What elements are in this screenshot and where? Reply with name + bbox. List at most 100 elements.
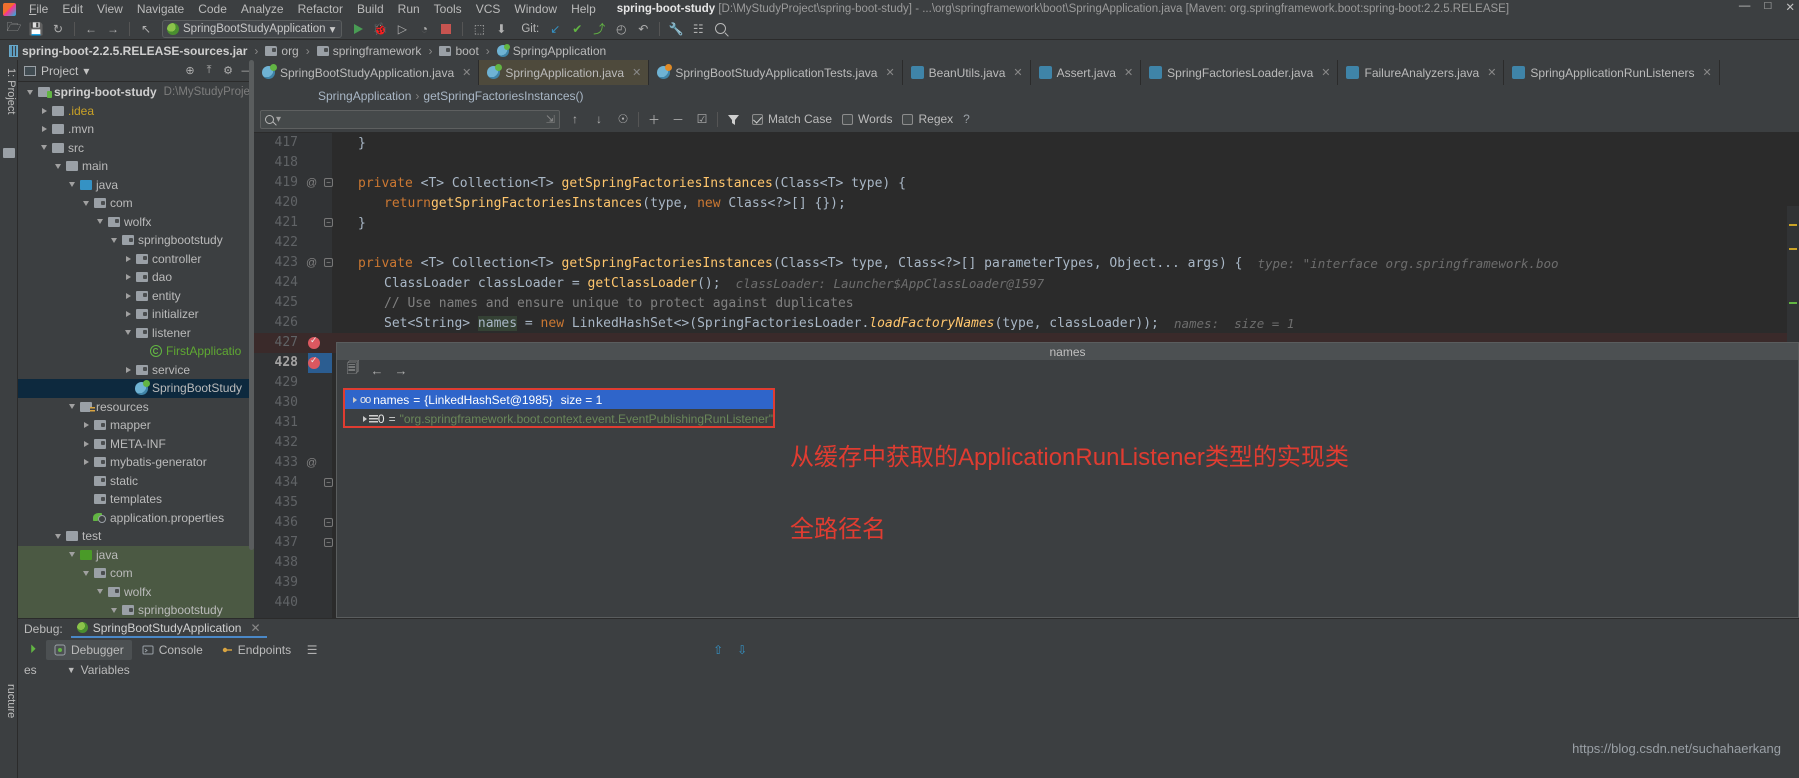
tab-console[interactable]: Console: [134, 640, 211, 660]
resume-program-icon[interactable]: ⏵: [22, 640, 44, 660]
debug-session-tab[interactable]: SpringBootStudyApplication ✕: [70, 619, 267, 638]
update-project-icon[interactable]: ⬇: [491, 20, 511, 38]
tree-twisty-icon[interactable]: [80, 440, 92, 447]
tree-twisty-icon[interactable]: [108, 607, 120, 613]
code-fold-icon[interactable]: −: [324, 178, 333, 187]
tree-node-initializer[interactable]: initializer: [18, 305, 254, 324]
breakpoint-icon[interactable]: [308, 335, 320, 349]
tree-node-com[interactable]: com: [18, 564, 254, 583]
save-all-icon[interactable]: 💾: [26, 20, 46, 38]
tree-twisty-icon[interactable]: [122, 330, 134, 336]
tree-node-com[interactable]: com: [18, 194, 254, 213]
revert-icon[interactable]: ↖: [136, 20, 156, 38]
menu-build[interactable]: Build: [350, 2, 391, 16]
run-with-coverage-icon[interactable]: ▷: [392, 20, 412, 38]
menu-refactor[interactable]: Refactor: [291, 2, 350, 16]
tree-node-mapper[interactable]: mapper: [18, 416, 254, 435]
popup-back-icon[interactable]: ←: [369, 362, 385, 378]
editor-tab-springfactoriesloader[interactable]: SpringFactoriesLoader.java ✕: [1141, 60, 1339, 85]
tree-node--mvn[interactable]: .mvn: [18, 120, 254, 139]
stop-button[interactable]: [436, 20, 456, 38]
breadcrumb-current-method[interactable]: getSpringFactoriesInstances(): [423, 89, 583, 103]
tree-node-springbootstudy[interactable]: SpringBootStudy: [18, 379, 254, 398]
tree-twisty-icon[interactable]: [52, 163, 64, 169]
export-down-icon[interactable]: ⇩: [731, 640, 753, 660]
remove-occurrence-icon[interactable]: －: [669, 110, 687, 128]
tree-node-java[interactable]: java: [18, 545, 254, 564]
menu-navigate[interactable]: Navigate: [130, 2, 191, 16]
tree-twisty-icon[interactable]: [108, 237, 120, 243]
menu-edit[interactable]: Edit: [55, 2, 90, 16]
annotation-gutter-icon[interactable]: @: [306, 173, 317, 193]
tree-twisty-icon[interactable]: [94, 219, 106, 225]
close-tab-icon[interactable]: ✕: [462, 66, 471, 79]
tree-twisty-icon[interactable]: [122, 311, 134, 318]
menu-code[interactable]: Code: [191, 2, 234, 16]
breadcrumb-current-class[interactable]: SpringApplication: [318, 89, 411, 103]
tree-twisty-icon[interactable]: [80, 570, 92, 576]
editor-tab-failureanalyzers[interactable]: FailureAnalyzers.java ✕: [1338, 60, 1505, 85]
breadcrumb-org[interactable]: org: [262, 44, 301, 58]
menu-vcs[interactable]: VCS: [469, 2, 508, 16]
rail-folder-icon[interactable]: [3, 148, 15, 158]
git-update-icon[interactable]: ↙: [545, 20, 565, 38]
code-line[interactable]: }: [358, 213, 366, 233]
profile-icon[interactable]: ◔: [414, 20, 434, 38]
tree-node-entity[interactable]: entity: [18, 287, 254, 306]
chevron-down-icon[interactable]: ▾: [330, 22, 336, 36]
editor-tab-springbootstudyapplicationtests[interactable]: SpringBootStudyApplicationTests.java ✕: [649, 60, 903, 85]
variable-row-element-0[interactable]: 0 = "org.springframework.boot.context.ev…: [345, 409, 773, 428]
tree-node-src[interactable]: src: [18, 139, 254, 158]
tree-node-service[interactable]: service: [18, 361, 254, 380]
tree-twisty-icon[interactable]: [24, 89, 36, 95]
annotation-gutter-icon[interactable]: @: [306, 253, 317, 273]
breadcrumb-springframework[interactable]: springframework: [314, 44, 425, 58]
scroll-from-source-icon[interactable]: ⊕: [183, 64, 197, 78]
minimize-button[interactable]: —: [1739, 0, 1751, 14]
code-fold-icon[interactable]: −: [324, 258, 333, 267]
variables-header[interactable]: ▼ Variables: [67, 663, 130, 677]
tree-twisty-icon[interactable]: [80, 422, 92, 429]
tree-twisty-icon[interactable]: [66, 404, 78, 410]
tree-twisty-icon[interactable]: [66, 182, 78, 188]
tree-node-wolfx[interactable]: wolfx: [18, 213, 254, 232]
close-tab-icon[interactable]: ✕: [1124, 66, 1133, 79]
editor-tab-springapplicationrunlisteners[interactable]: SpringApplicationRunListeners ✕: [1504, 60, 1720, 85]
tree-node-listener[interactable]: listener: [18, 324, 254, 343]
editor-tab-springapplication[interactable]: SpringApplication.java ✕: [479, 60, 650, 85]
panel-settings-gear-icon[interactable]: ⚙: [221, 64, 235, 78]
project-tree[interactable]: spring-boot-study D:\MyStudyProject .idea.…: [18, 83, 254, 618]
code-line[interactable]: // Use names and ensure unique to protec…: [384, 293, 854, 313]
expand-chevron-icon[interactable]: [349, 396, 360, 403]
tab-endpoints[interactable]: Endpoints: [213, 640, 299, 660]
breadcrumb-jar[interactable]: spring-boot-2.2.5.RELEASE-sources.jar: [6, 44, 250, 58]
project-view-chevron-icon[interactable]: ▾: [83, 64, 89, 78]
code-line[interactable]: }: [358, 133, 366, 153]
tree-node-resources[interactable]: resources: [18, 398, 254, 417]
tree-node-firstapplicatio[interactable]: C FirstApplicatio: [18, 342, 254, 361]
build-project-icon[interactable]: ⬚: [469, 20, 489, 38]
editor-tab-assert[interactable]: Assert.java ✕: [1031, 60, 1142, 85]
code-line[interactable]: Set<String> names = new LinkedHashSet<>(…: [384, 313, 1294, 333]
tree-node-spring-boot-study[interactable]: spring-boot-study D:\MyStudyProject: [18, 83, 254, 102]
expand-chevron-icon[interactable]: [361, 415, 369, 422]
sync-icon[interactable]: ↻: [48, 20, 68, 38]
code-line[interactable]: return getSpringFactoriesInstances (type,…: [384, 193, 846, 213]
tab-debugger[interactable]: Debugger: [46, 639, 132, 660]
run-button[interactable]: [348, 20, 368, 38]
breadcrumb-class[interactable]: SpringApplication: [494, 43, 609, 58]
popup-forward-icon[interactable]: →: [393, 362, 409, 378]
undo-icon[interactable]: ↶: [633, 20, 653, 38]
editor-tab-bar[interactable]: SpringBootStudyApplication.java ✕ SpringAp…: [254, 60, 1799, 85]
tree-node-controller[interactable]: controller: [18, 250, 254, 269]
search-input[interactable]: ▾ ⇲: [260, 109, 560, 129]
code-fold-icon[interactable]: −: [324, 478, 333, 487]
collapse-all-icon[interactable]: ⤒: [202, 64, 216, 78]
menu-run[interactable]: Run: [391, 2, 427, 16]
history-icon[interactable]: ◴: [611, 20, 631, 38]
debug-button[interactable]: 🐞: [370, 20, 390, 38]
menu-analyze[interactable]: Analyze: [234, 2, 291, 16]
tree-node-mybatis-generator[interactable]: mybatis-generator: [18, 453, 254, 472]
tree-node-test[interactable]: test: [18, 527, 254, 546]
close-tab-icon[interactable]: ✕: [885, 66, 894, 79]
